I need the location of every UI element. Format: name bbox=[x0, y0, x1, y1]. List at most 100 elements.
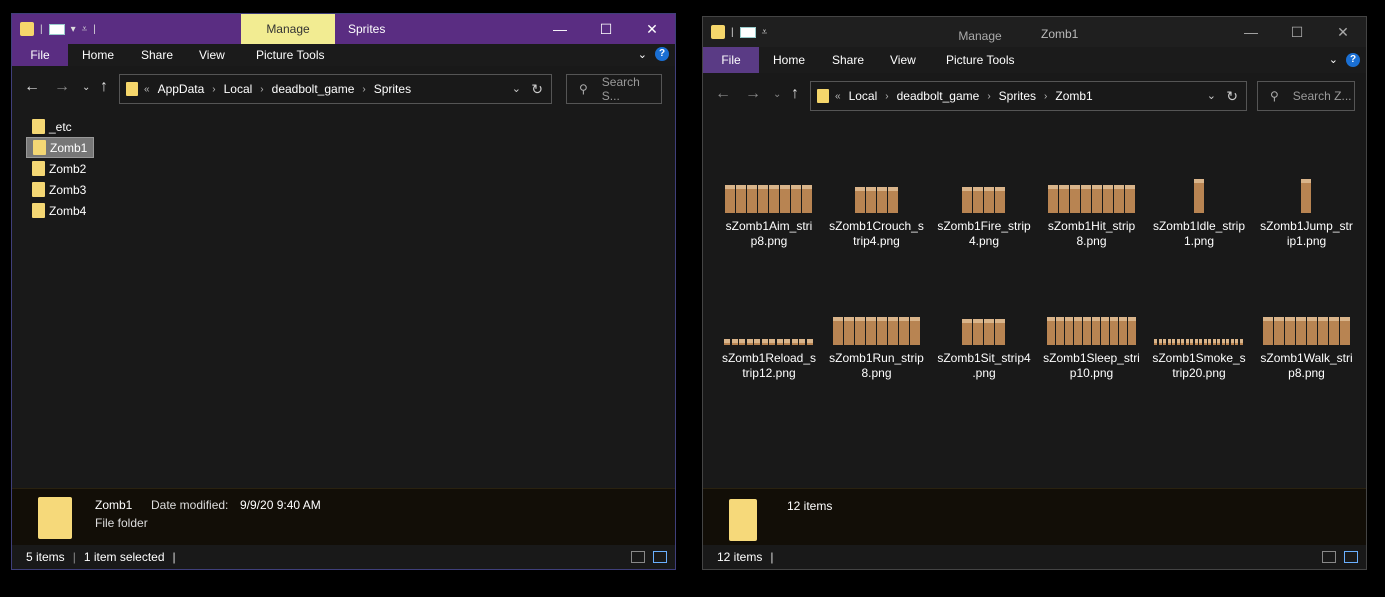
search-placeholder: Search S... bbox=[601, 75, 640, 103]
file-tile[interactable]: sZomb1Sit_strip4 .png bbox=[932, 309, 1036, 381]
file-tile[interactable]: sZomb1Aim_stri p8.png bbox=[717, 177, 821, 249]
window-title: Zomb1 bbox=[1041, 27, 1079, 41]
file-tile[interactable]: sZomb1Idle_strip 1.png bbox=[1147, 177, 1251, 249]
folder-list: _etc Zomb1 Zomb2 Zomb3 Zomb4 bbox=[26, 116, 95, 221]
folder-icon bbox=[817, 89, 829, 103]
tab-home[interactable]: Home bbox=[773, 47, 805, 73]
title-bar[interactable]: | ▾ ⩡ | Manage Sprites — ☐ ✕ bbox=[12, 14, 675, 44]
up-icon[interactable]: ↑ bbox=[100, 78, 108, 96]
breadcrumb-zomb1[interactable]: Zomb1 bbox=[1055, 89, 1092, 103]
breadcrumb-appdata[interactable]: AppData bbox=[158, 82, 205, 96]
customize-toolbar-icon[interactable]: ⩡ bbox=[762, 27, 768, 38]
chevron-right-icon[interactable]: › bbox=[1044, 91, 1047, 102]
customize-toolbar-icon[interactable]: ⩡ bbox=[82, 24, 88, 35]
search-input[interactable]: ⚲ Search S... bbox=[566, 74, 662, 104]
status-selection: 1 item selected bbox=[83, 550, 165, 564]
tab-share[interactable]: Share bbox=[141, 44, 173, 66]
large-icons-view-icon[interactable] bbox=[1344, 551, 1358, 563]
chevron-down-icon[interactable]: ⌄ bbox=[512, 82, 521, 95]
sprite-frame bbox=[1284, 317, 1295, 345]
overflow-icon[interactable]: « bbox=[144, 84, 150, 95]
tab-picture-tools[interactable]: Picture Tools bbox=[256, 44, 324, 66]
address-bar[interactable]: « AppData › Local › deadbolt_game › Spri… bbox=[119, 74, 552, 104]
help-icon[interactable]: ? bbox=[1346, 53, 1360, 67]
breadcrumb-sprites[interactable]: Sprites bbox=[374, 82, 411, 96]
file-tile[interactable]: sZomb1Hit_strip 8.png bbox=[1040, 177, 1144, 249]
dropdown-icon[interactable]: ▾ bbox=[71, 24, 76, 35]
chevron-down-icon[interactable]: ⌄ bbox=[638, 48, 647, 61]
overflow-icon[interactable]: « bbox=[835, 91, 841, 102]
list-item[interactable]: _etc bbox=[26, 116, 94, 137]
breadcrumb-deadbolt-game[interactable]: deadbolt_game bbox=[897, 89, 980, 103]
close-icon[interactable]: ✕ bbox=[629, 14, 675, 44]
sprite-frame bbox=[1080, 185, 1091, 213]
recent-locations-icon[interactable]: ⌄ bbox=[773, 89, 781, 100]
folder-name: Zomb2 bbox=[49, 161, 87, 176]
file-tile[interactable]: sZomb1Run_strip 8.png bbox=[825, 309, 929, 381]
minimize-icon[interactable]: — bbox=[537, 14, 583, 44]
folder-icon bbox=[20, 22, 34, 36]
back-icon[interactable]: ← bbox=[715, 85, 731, 103]
chevron-right-icon[interactable]: › bbox=[362, 84, 365, 95]
file-name: sZomb1Smoke_s trip20.png bbox=[1147, 351, 1251, 381]
file-name-line: trip12.png bbox=[742, 366, 796, 380]
refresh-icon[interactable]: ↻ bbox=[1226, 88, 1238, 105]
file-tile[interactable]: sZomb1Walk_stri p8.png bbox=[1255, 309, 1359, 381]
chevron-right-icon[interactable]: › bbox=[987, 91, 990, 102]
breadcrumb-local[interactable]: Local bbox=[224, 82, 253, 96]
file-tile[interactable]: sZomb1Smoke_s trip20.png bbox=[1147, 309, 1251, 381]
breadcrumb-local[interactable]: Local bbox=[849, 89, 878, 103]
large-icons-view-icon[interactable] bbox=[653, 551, 667, 563]
window-title: Sprites bbox=[348, 22, 386, 36]
forward-icon[interactable]: → bbox=[54, 78, 70, 96]
up-icon[interactable]: ↑ bbox=[791, 85, 799, 103]
file-tile[interactable]: sZomb1Jump_str ip1.png bbox=[1255, 177, 1359, 249]
list-item-selected[interactable]: Zomb1 bbox=[26, 137, 95, 158]
file-tile[interactable]: sZomb1Fire_strip 4.png bbox=[932, 177, 1036, 249]
manage-context-tab[interactable]: Manage bbox=[241, 14, 335, 44]
close-icon[interactable]: ✕ bbox=[1320, 17, 1366, 47]
list-item[interactable]: Zomb3 bbox=[26, 179, 94, 200]
properties-icon[interactable] bbox=[48, 23, 65, 35]
tab-file[interactable]: File bbox=[12, 44, 68, 66]
chevron-right-icon[interactable]: › bbox=[885, 91, 888, 102]
sprite-frame bbox=[1163, 339, 1166, 345]
address-bar[interactable]: « Local › deadbolt_game › Sprites › Zomb… bbox=[810, 81, 1247, 111]
back-icon[interactable]: ← bbox=[24, 78, 40, 96]
tab-file[interactable]: File bbox=[703, 47, 759, 73]
details-view-icon[interactable] bbox=[1322, 551, 1336, 563]
chevron-down-icon[interactable]: ⌄ bbox=[1329, 53, 1338, 66]
list-item[interactable]: Zomb2 bbox=[26, 158, 94, 179]
minimize-icon[interactable]: — bbox=[1228, 17, 1274, 47]
file-name-line: .png bbox=[972, 366, 996, 380]
sprite-frame bbox=[776, 339, 783, 345]
details-view-icon[interactable] bbox=[631, 551, 645, 563]
breadcrumb-sprites[interactable]: Sprites bbox=[999, 89, 1036, 103]
recent-locations-icon[interactable]: ⌄ bbox=[82, 82, 90, 93]
title-bar[interactable]: | ⩡ Manage Zomb1 — ☐ ✕ bbox=[703, 17, 1366, 47]
file-tile[interactable]: sZomb1Sleep_stri p10.png bbox=[1040, 309, 1144, 381]
tab-picture-tools[interactable]: Picture Tools bbox=[946, 47, 1014, 73]
tab-home[interactable]: Home bbox=[82, 44, 114, 66]
sprite-frame bbox=[1199, 339, 1202, 345]
list-item[interactable]: Zomb4 bbox=[26, 200, 94, 221]
chevron-right-icon[interactable]: › bbox=[212, 84, 215, 95]
chevron-right-icon[interactable]: › bbox=[260, 84, 263, 95]
tab-view[interactable]: View bbox=[890, 47, 916, 73]
chevron-down-icon[interactable]: ⌄ bbox=[1207, 89, 1216, 102]
maximize-icon[interactable]: ☐ bbox=[1274, 17, 1320, 47]
refresh-icon[interactable]: ↻ bbox=[531, 81, 543, 98]
tab-share[interactable]: Share bbox=[832, 47, 864, 73]
forward-icon[interactable]: → bbox=[745, 85, 761, 103]
search-input[interactable]: ⚲ Search Z... bbox=[1257, 81, 1355, 111]
search-icon: ⚲ bbox=[579, 82, 588, 96]
help-icon[interactable]: ? bbox=[655, 47, 669, 61]
tab-view[interactable]: View bbox=[199, 44, 225, 66]
sprite-frame bbox=[865, 187, 876, 213]
file-tile[interactable]: sZomb1Reload_s trip12.png bbox=[717, 309, 821, 381]
properties-icon[interactable] bbox=[739, 26, 756, 38]
details-name: Zomb1 bbox=[95, 498, 133, 512]
breadcrumb-deadbolt-game[interactable]: deadbolt_game bbox=[272, 82, 355, 96]
file-tile[interactable]: sZomb1Crouch_s trip4.png bbox=[825, 177, 929, 249]
maximize-icon[interactable]: ☐ bbox=[583, 14, 629, 44]
